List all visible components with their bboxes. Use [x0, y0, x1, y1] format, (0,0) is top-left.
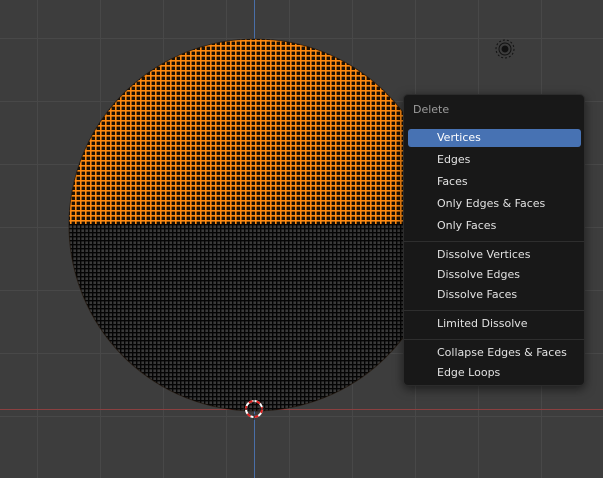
menu-item-dissolve-faces[interactable]: Dissolve Faces: [408, 286, 581, 304]
menu-item-edges[interactable]: Edges: [408, 151, 581, 169]
menu-item-dissolve-vertices[interactable]: Dissolve Vertices: [408, 246, 581, 264]
light-icon[interactable]: [494, 38, 516, 60]
3d-cursor-icon[interactable]: [243, 398, 265, 420]
menu-separator: [404, 310, 584, 311]
menu-item-only-edges-faces[interactable]: Only Edges & Faces: [408, 195, 581, 213]
menu-item-only-faces[interactable]: Only Faces: [408, 217, 581, 235]
menu-item-vertices[interactable]: Vertices: [408, 129, 581, 147]
delete-menu-title: Delete: [413, 103, 450, 116]
menu-item-dissolve-edges[interactable]: Dissolve Edges: [408, 266, 581, 284]
menu-item-limited-dissolve[interactable]: Limited Dissolve: [408, 315, 581, 333]
menu-separator: [404, 241, 584, 242]
menu-item-faces[interactable]: Faces: [408, 173, 581, 191]
unselected-hemisphere[interactable]: [60, 220, 460, 420]
3d-viewport[interactable]: Delete Vertices Edges Faces Only Edges &…: [0, 0, 603, 478]
menu-item-collapse-edges-faces[interactable]: Collapse Edges & Faces: [408, 344, 581, 362]
menu-separator: [404, 339, 584, 340]
delete-menu: Delete Vertices Edges Faces Only Edges &…: [403, 94, 585, 386]
menu-item-edge-loops[interactable]: Edge Loops: [408, 364, 581, 382]
selected-hemisphere[interactable]: [60, 30, 460, 230]
